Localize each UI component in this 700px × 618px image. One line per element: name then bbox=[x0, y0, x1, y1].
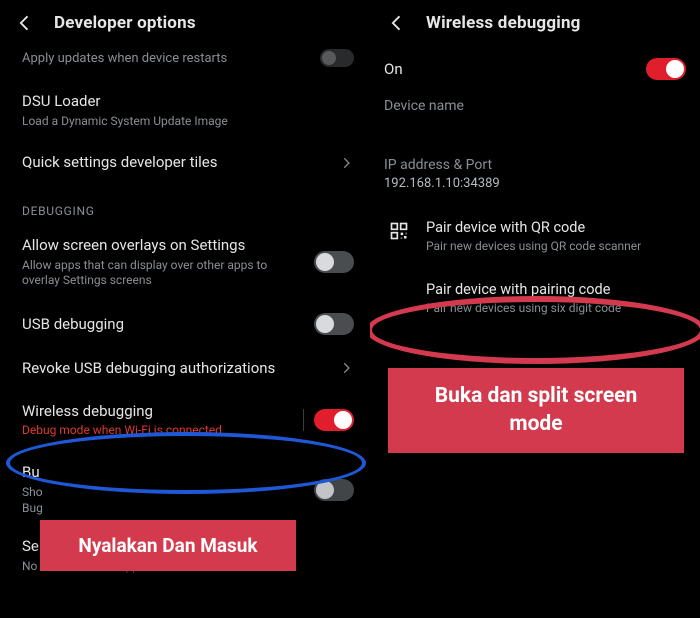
pair-code-sub: Pair new devices using six digit code bbox=[426, 301, 686, 315]
dsu-loader-row[interactable]: DSU Loader Load a Dynamic System Update … bbox=[22, 80, 354, 141]
apply-updates-title: Apply updates when device restarts bbox=[22, 51, 308, 68]
back-arrow-icon[interactable] bbox=[14, 12, 36, 34]
dsu-sub: Load a Dynamic System Update Image bbox=[22, 114, 342, 130]
wireless-master-toggle[interactable] bbox=[646, 58, 686, 80]
annotation-left-callout-text: Nyalakan Dan Masuk bbox=[78, 534, 257, 557]
chevron-right-icon bbox=[338, 360, 354, 376]
wireless-title: Wireless debugging bbox=[22, 402, 291, 421]
bug-report-toggle[interactable] bbox=[314, 479, 354, 501]
wireless-sub: Debug mode when Wi-Fi is connected bbox=[22, 423, 291, 439]
ip-port-row[interactable]: IP address & Port 192.168.1.10:34389 bbox=[384, 157, 686, 191]
apply-updates-row[interactable]: Apply updates when device restarts bbox=[22, 44, 354, 80]
usb-debug-title: USB debugging bbox=[22, 315, 302, 334]
bug-sub1: Sho bbox=[22, 485, 302, 501]
bug-title-truncated: Bu bbox=[22, 463, 302, 482]
annotation-right-callout-text: Buka dan split screen mode bbox=[435, 384, 638, 436]
bug-report-row[interactable]: Bu Sho Bug bbox=[22, 451, 354, 517]
apply-updates-toggle[interactable] bbox=[320, 49, 354, 67]
overlays-title: Allow screen overlays on Settings bbox=[22, 236, 302, 255]
quick-tiles-row[interactable]: Quick settings developer tiles bbox=[22, 141, 354, 184]
revoke-title: Revoke USB debugging authorizations bbox=[22, 359, 326, 378]
quick-tiles-title: Quick settings developer tiles bbox=[22, 153, 326, 172]
pair-qr-sub: Pair new devices using QR code scanner bbox=[426, 239, 686, 253]
revoke-usb-row[interactable]: Revoke USB debugging authorizations bbox=[22, 347, 354, 390]
wireless-debugging-row[interactable]: Wireless debugging Debug mode when Wi-Fi… bbox=[22, 390, 354, 451]
wireless-debug-toggle[interactable] bbox=[314, 409, 354, 431]
usb-debug-toggle[interactable] bbox=[314, 313, 354, 335]
pair-qr-title: Pair device with QR code bbox=[426, 219, 686, 236]
wireless-master-row[interactable]: On bbox=[384, 58, 686, 80]
debugging-section-label: DEBUGGING bbox=[22, 204, 354, 218]
device-name-row[interactable]: Device name bbox=[384, 98, 686, 131]
back-arrow-icon[interactable] bbox=[386, 12, 408, 34]
pair-qr-row[interactable]: Pair device with QR code Pair new device… bbox=[384, 205, 686, 267]
right-header: Wireless debugging bbox=[370, 0, 700, 44]
overlays-sub: Allow apps that can display over other a… bbox=[22, 258, 302, 289]
qr-code-icon bbox=[384, 219, 414, 241]
developer-options-screen: Developer options Apply updates when dev… bbox=[0, 0, 370, 618]
annotation-left-callout: Nyalakan Dan Masuk bbox=[40, 520, 296, 571]
left-header: Developer options bbox=[0, 0, 370, 44]
screen-overlays-row[interactable]: Allow screen overlays on Settings Allow … bbox=[22, 224, 354, 301]
pair-code-title: Pair device with pairing code bbox=[426, 281, 686, 298]
on-label: On bbox=[384, 60, 403, 78]
bug-sub2: Bug bbox=[22, 501, 302, 517]
wireless-debugging-screen: Wireless debugging On Device name IP add… bbox=[370, 0, 700, 618]
page-title: Wireless debugging bbox=[426, 13, 581, 33]
usb-debugging-row[interactable]: USB debugging bbox=[22, 301, 354, 347]
ip-label: IP address & Port bbox=[384, 157, 686, 173]
chevron-right-icon bbox=[338, 155, 354, 171]
ip-value: 192.168.1.10:34389 bbox=[384, 176, 686, 191]
dsu-title: DSU Loader bbox=[22, 92, 342, 111]
pair-code-row[interactable]: Pair device with pairing code Pair new d… bbox=[384, 267, 686, 329]
page-title: Developer options bbox=[54, 13, 196, 33]
device-name-value bbox=[384, 117, 686, 131]
overlays-toggle[interactable] bbox=[314, 251, 354, 273]
annotation-right-callout: Buka dan split screen mode bbox=[388, 368, 684, 453]
device-name-label: Device name bbox=[384, 98, 686, 114]
